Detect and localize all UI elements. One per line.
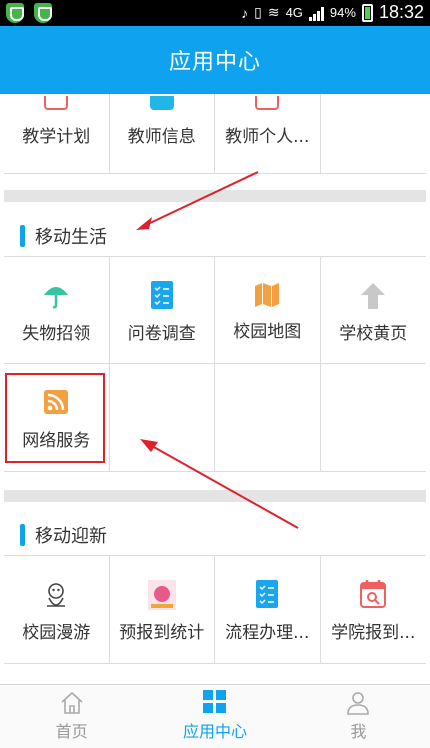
- section-header-welcome: 移动迎新: [20, 522, 107, 548]
- app-process-handling[interactable]: 流程办理...: [215, 556, 321, 663]
- app-college-checkin[interactable]: 学院报到...: [321, 556, 427, 663]
- empty-cell: [321, 364, 427, 471]
- app-label: 校园漫游: [22, 623, 91, 643]
- read-icon: [149, 96, 174, 110]
- section-marker: [20, 524, 25, 546]
- tab-label: 首页: [55, 722, 88, 741]
- teacher-app-row: 教学计划 教师信息 教师个人...: [4, 94, 426, 174]
- page-title: 应用中心: [168, 50, 261, 75]
- vip-shield-icon: [34, 3, 52, 23]
- app-campus-tour[interactable]: 校园漫游: [4, 556, 110, 663]
- life-app-row-1: 失物招领 问卷调查 校园地图 学校黄页: [4, 256, 426, 364]
- map-icon: [255, 283, 280, 307]
- app-label: 教师信息: [127, 127, 196, 147]
- person-card-icon: [255, 96, 280, 110]
- app-label: 失物招领: [22, 324, 91, 344]
- battery-percent: 94%: [329, 5, 356, 20]
- app-label: 学校黄页: [339, 324, 408, 344]
- welcome-app-row: 校园漫游 预报到统计 流程办理... 学院报到...: [4, 555, 426, 664]
- checklist-icon: [150, 281, 173, 309]
- status-bar: ♪ ▯ ≋ 4G 94% 18:32: [0, 0, 430, 26]
- app-survey[interactable]: 问卷调查: [110, 257, 215, 363]
- user-icon: [347, 692, 370, 715]
- shield-icon: [6, 3, 24, 23]
- app-yellow-pages[interactable]: 学校黄页: [321, 257, 427, 363]
- app-label: 学院报到...: [331, 623, 416, 643]
- up-arrow-icon: [361, 283, 386, 309]
- bottom-tab-bar: 首页 应用中心 我: [0, 684, 430, 748]
- tab-label: 应用中心: [182, 722, 247, 741]
- mascot-icon: [47, 583, 66, 607]
- section-divider: [4, 190, 426, 202]
- clock: 18:32: [378, 2, 424, 22]
- empty-cell: [215, 364, 321, 471]
- app-label: 预报到统计: [119, 623, 205, 643]
- app-label: 教学计划: [22, 127, 91, 147]
- section-divider: [4, 490, 426, 502]
- app-pre-register-stats[interactable]: 预报到统计: [110, 556, 215, 663]
- arrow-head: [136, 217, 152, 230]
- search-doc-icon: [44, 96, 69, 110]
- wifi-icon: ≋: [267, 4, 280, 20]
- checklist-icon: [256, 580, 279, 608]
- tab-app-center[interactable]: 应用中心: [143, 685, 286, 748]
- app-teacher-personal[interactable]: 教师个人...: [215, 94, 321, 173]
- app-teaching-plan[interactable]: 教学计划: [4, 94, 110, 173]
- section-header-life: 移动生活: [20, 223, 107, 249]
- app-header: 应用中心: [0, 26, 430, 94]
- poster-icon: [147, 580, 176, 610]
- app-label: 问卷调查: [127, 324, 196, 344]
- app-label: 校园地图: [233, 322, 302, 342]
- section-title: 移动迎新: [35, 526, 107, 547]
- grid-icon: [202, 690, 226, 713]
- app-campus-map[interactable]: 校园地图: [215, 257, 321, 363]
- empty-cell: [321, 94, 427, 173]
- home-icon: [61, 691, 83, 714]
- tab-me[interactable]: 我: [287, 685, 430, 748]
- section-title: 移动生活: [35, 227, 107, 248]
- section-marker: [20, 225, 25, 247]
- network-type: 4G: [285, 5, 303, 20]
- battery-icon: [361, 3, 373, 22]
- vibrate-icon: ▯: [254, 4, 262, 20]
- tab-label: 我: [350, 722, 367, 741]
- annotation-highlight-box: [5, 373, 105, 463]
- calendar-search-icon: [360, 580, 387, 608]
- umbrella-icon: [44, 287, 69, 309]
- app-lost-found[interactable]: 失物招领: [4, 257, 110, 363]
- app-teacher-info[interactable]: 教师信息: [110, 94, 215, 173]
- empty-cell: [110, 364, 215, 471]
- app-label: 流程办理...: [225, 623, 310, 643]
- app-label: 教师个人...: [225, 127, 310, 147]
- tab-home[interactable]: 首页: [0, 685, 143, 748]
- music-icon: ♪: [241, 4, 249, 21]
- signal-icon: [308, 5, 324, 21]
